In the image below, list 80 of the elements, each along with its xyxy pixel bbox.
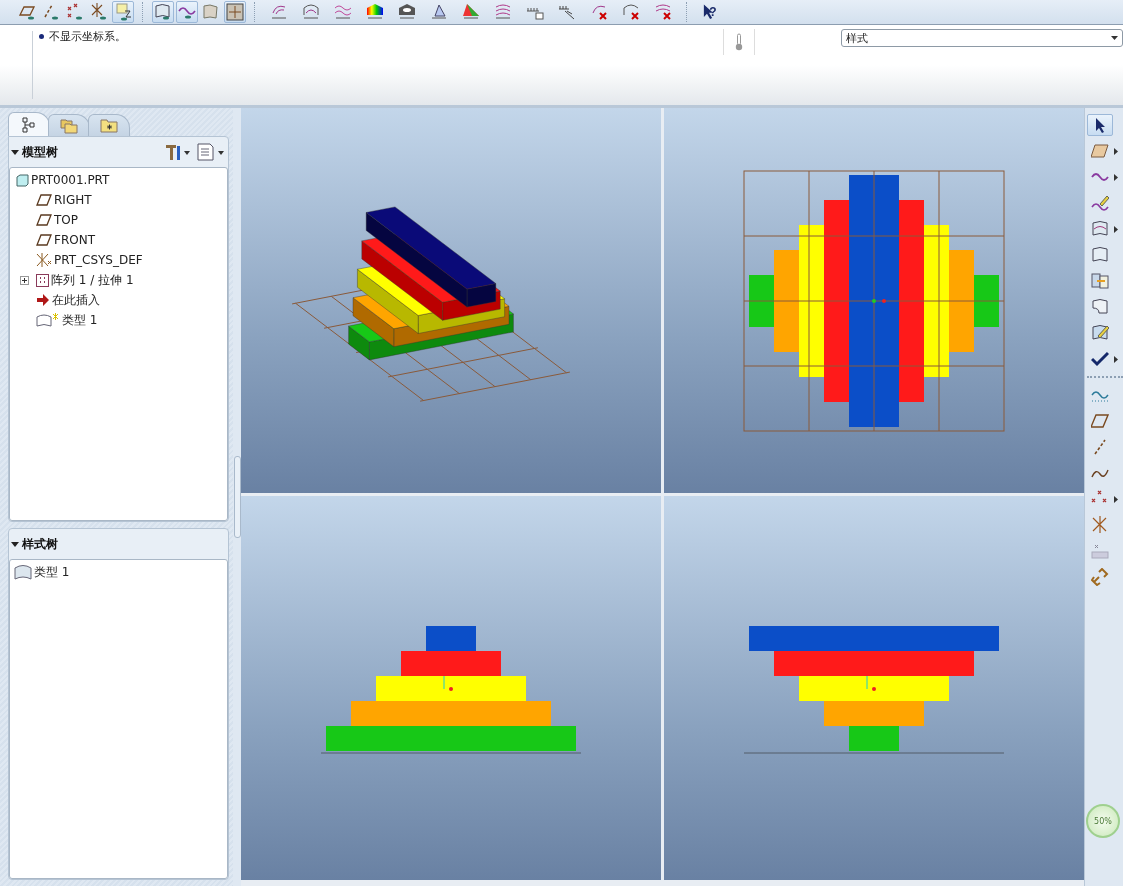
model-tree-heading[interactable]: 模型树	[11, 143, 58, 161]
note-eye-icon	[114, 3, 132, 21]
tools-icon[interactable]	[164, 143, 191, 161]
tree-item[interactable]: PRT_CSYS_DEF	[52, 253, 145, 267]
curve-pencil-icon	[1090, 194, 1109, 212]
pattern-icon	[36, 273, 49, 287]
shading-icon	[398, 3, 416, 21]
checkmark-icon	[1090, 350, 1109, 368]
flyout-arrow-icon	[1113, 225, 1118, 233]
curvature-icon	[270, 3, 288, 21]
caret-icon	[11, 540, 19, 549]
grid-icon	[226, 3, 244, 21]
flyout-arrow-icon	[1113, 495, 1118, 503]
splitter-handle[interactable]	[233, 456, 241, 538]
panel-tab[interactable]	[88, 114, 130, 136]
quilt-icon	[202, 3, 220, 21]
patch-surface-icon	[1090, 142, 1109, 160]
new-style-surface-icon	[36, 313, 60, 327]
style-dropdown[interactable]: 样式	[840, 29, 1123, 47]
coordinate-system-icon	[1090, 516, 1109, 534]
tool-button[interactable]	[1086, 114, 1113, 136]
points-eye-icon	[66, 3, 84, 21]
tree-item[interactable]: FRONT	[52, 233, 97, 247]
delete-curvature-icon	[590, 3, 608, 21]
section-icon	[302, 3, 320, 21]
bullet-icon	[39, 34, 44, 39]
toolbar-button[interactable]	[176, 1, 198, 23]
tree-item[interactable]: 阵列 1 / 拉伸 1	[49, 271, 136, 289]
tree-item[interactable]: PRT0001.PRT	[29, 173, 112, 187]
part-cube-icon	[16, 173, 29, 187]
tree-item[interactable]: RIGHT	[52, 193, 94, 207]
message-text: 不显示坐标系。	[49, 29, 126, 44]
draft-icon	[430, 3, 448, 21]
tree-item[interactable]: 在此插入	[50, 291, 102, 309]
datum-plane-icon	[36, 234, 52, 246]
flyout-arrow-icon	[1113, 355, 1118, 363]
datum-plane-icon	[36, 214, 52, 226]
folders-icon	[60, 117, 78, 134]
trim-surface-icon	[1090, 298, 1109, 316]
offset-points-icon	[1090, 542, 1109, 560]
surface-pencil-icon	[1090, 324, 1109, 342]
plane-eye-icon	[18, 3, 36, 21]
toolbar-button[interactable]: ?	[696, 1, 724, 23]
dropdown-arrow-icon	[1111, 36, 1118, 40]
star-folder-icon	[100, 118, 118, 133]
boundary-surface-icon	[1090, 246, 1109, 264]
datum-plane-icon	[1090, 412, 1109, 430]
datum-plane-icon	[36, 194, 52, 206]
arrow-pointer-icon	[703, 4, 714, 20]
flyout-arrow-icon	[1113, 173, 1118, 181]
list-settings-icon[interactable]	[196, 143, 227, 161]
toolbar-button[interactable]	[112, 1, 134, 23]
delete-stripes-icon	[654, 3, 672, 21]
toolbar-button[interactable]	[224, 1, 246, 23]
panel-tab[interactable]	[8, 112, 50, 136]
caret-icon	[11, 148, 19, 156]
color-map-icon	[366, 3, 384, 21]
insert-arrow-icon	[36, 294, 50, 306]
hatch-icon	[558, 3, 576, 21]
axis-eye-icon	[42, 3, 60, 21]
tree-item[interactable]: 类型 1	[60, 311, 100, 329]
tree-item[interactable]: TOP	[52, 213, 80, 227]
style-surface-icon	[14, 564, 32, 581]
stripes-icon	[494, 3, 512, 21]
delete-section-icon	[622, 3, 640, 21]
surface-eye-icon	[154, 3, 172, 21]
connect-surfaces-icon	[1090, 272, 1109, 290]
tree-item[interactable]: 类型 1	[32, 563, 72, 581]
thermometer-icon	[734, 33, 743, 51]
slope-icon	[462, 3, 480, 21]
surface-icon	[1090, 220, 1109, 238]
flyout-arrow-icon	[1113, 147, 1118, 155]
style-tree-heading[interactable]: 样式树	[11, 535, 58, 553]
chain-link-icon	[1090, 568, 1109, 586]
offset-curves-icon	[334, 3, 352, 21]
expand-toggle[interactable]	[20, 275, 29, 285]
model-tree-icon	[22, 116, 36, 133]
toolbar-button[interactable]	[152, 1, 174, 23]
csys-eye-icon	[90, 3, 108, 21]
coordinate-system-icon	[36, 253, 52, 267]
